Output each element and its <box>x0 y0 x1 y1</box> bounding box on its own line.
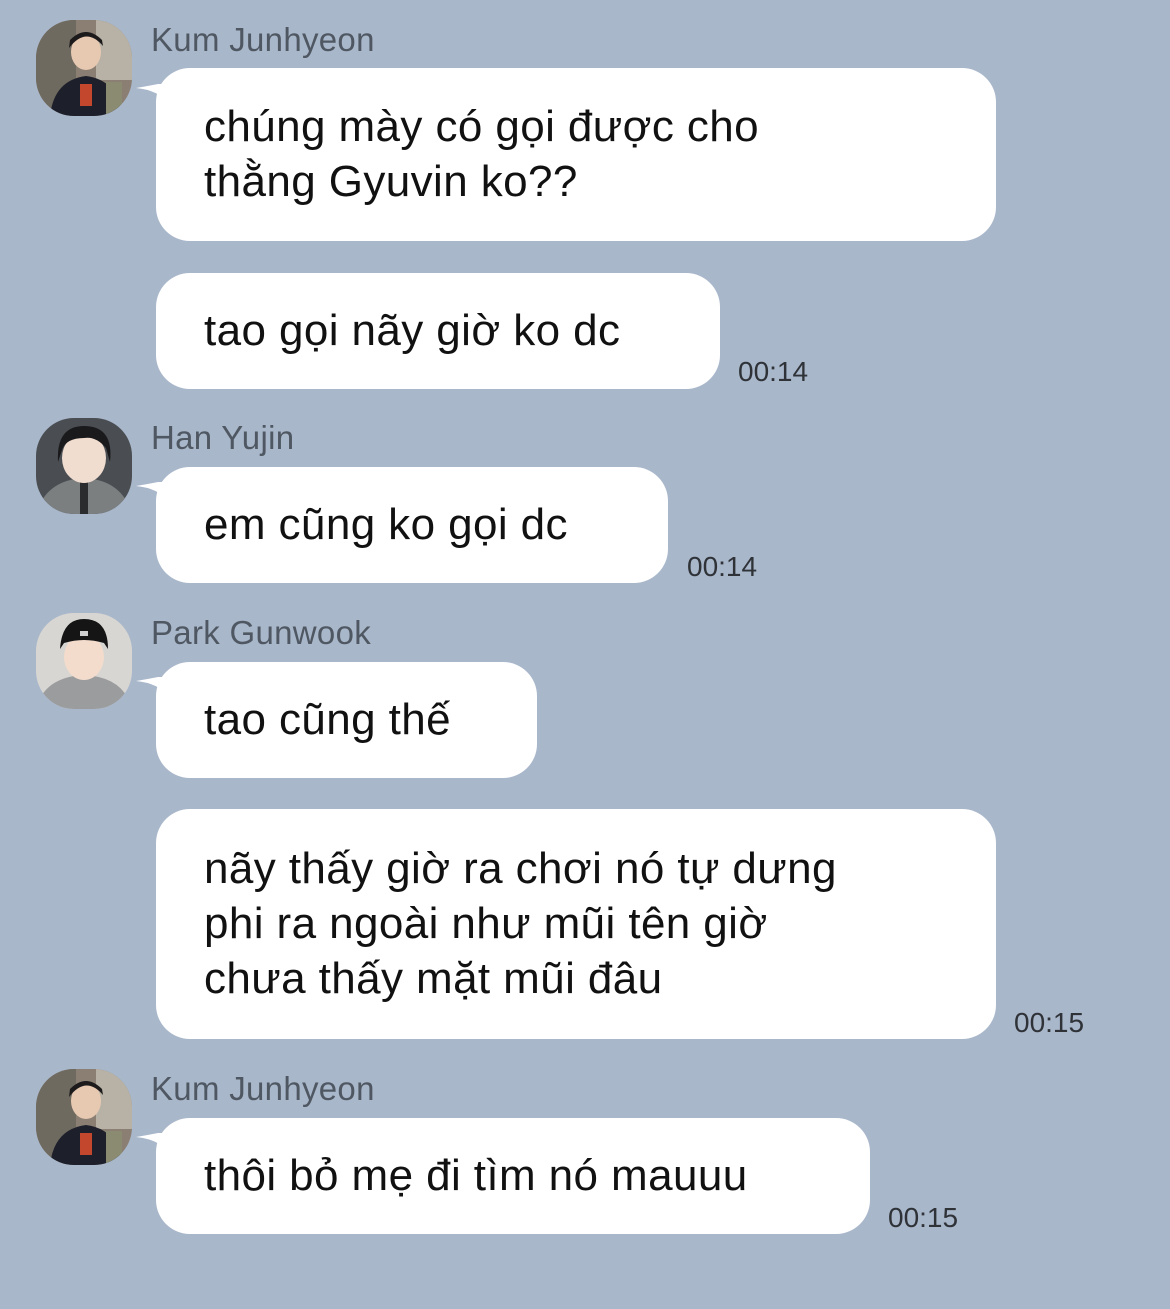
chat-thread: Kum Junhyeon chúng mày có gọi được cho t… <box>0 0 1170 1309</box>
message-bubble[interactable]: nãy thấy giờ ra chơi nó tự dưng phi ra n… <box>156 809 996 1039</box>
message-text-line: chúng mày có gọi được cho <box>204 102 760 151</box>
message-timestamp: 00:15 <box>1014 1007 1085 1038</box>
sender-name: Han Yujin <box>151 419 295 456</box>
avatar-kum-junhyeon[interactable] <box>36 20 132 116</box>
avatar-park-gunwook[interactable] <box>36 613 132 709</box>
message-text-line: tao gọi nãy giờ ko dc <box>204 306 621 355</box>
message-text-line: em cũng ko gọi dc <box>204 500 568 549</box>
message-bubble[interactable]: tao cũng thế <box>156 662 537 778</box>
message-bubble[interactable]: chúng mày có gọi được cho thằng Gyuvin k… <box>156 68 996 241</box>
sender-name: Kum Junhyeon <box>151 1070 375 1107</box>
avatar-han-yujin[interactable] <box>36 418 132 514</box>
message-text-line: tao cũng thế <box>204 695 451 744</box>
message-text-line: thằng Gyuvin ko?? <box>204 157 578 206</box>
message-bubble[interactable]: tao gọi nãy giờ ko dc <box>156 273 720 389</box>
sender-name: Park Gunwook <box>151 614 372 651</box>
message-text-line: nãy thấy giờ ra chơi nó tự dưng <box>204 844 837 893</box>
sender-name: Kum Junhyeon <box>151 21 375 58</box>
message-bubble[interactable]: em cũng ko gọi dc <box>156 467 668 583</box>
message-timestamp: 00:14 <box>687 551 758 582</box>
message-text-line: thôi bỏ mẹ đi tìm nó mauuu <box>204 1151 748 1200</box>
avatar-kum-junhyeon[interactable] <box>36 1069 132 1165</box>
message-text-line: phi ra ngoài như mũi tên giờ <box>204 899 768 948</box>
message-timestamp: 00:14 <box>738 356 809 387</box>
message-bubble[interactable]: thôi bỏ mẹ đi tìm nó mauuu <box>156 1118 870 1234</box>
message-timestamp: 00:15 <box>888 1202 959 1233</box>
message-text-line: chưa thấy mặt mũi đâu <box>204 954 663 1003</box>
